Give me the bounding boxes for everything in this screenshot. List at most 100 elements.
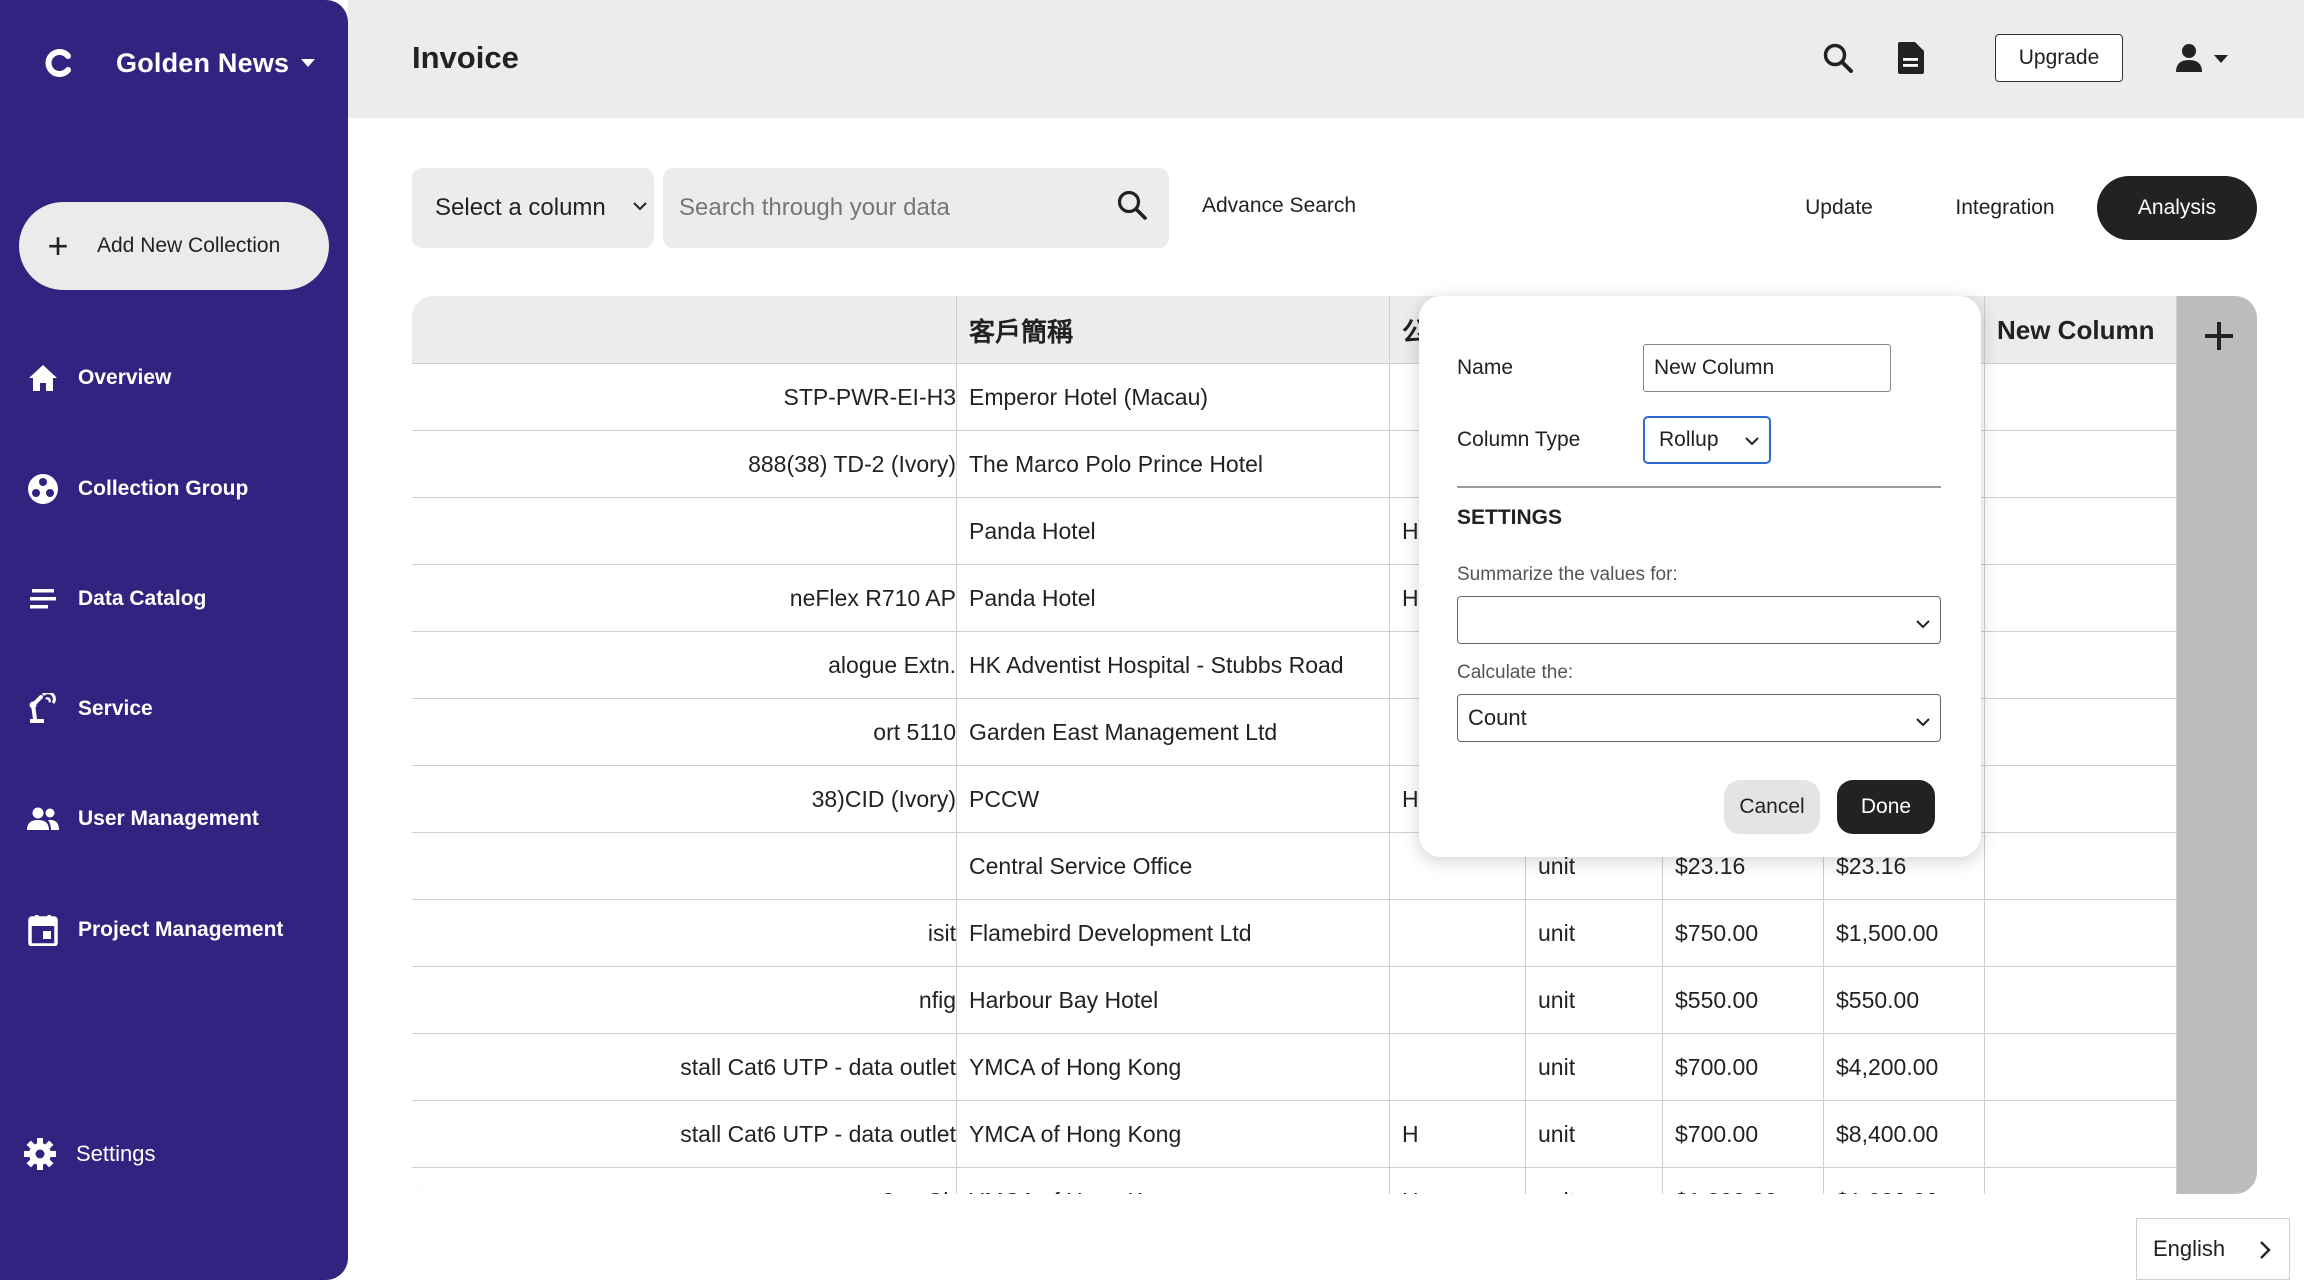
table-cell[interactable]: unit — [1526, 1168, 1663, 1194]
table-row[interactable]: stall Cat6 UTP - data outlet YMCA of Hong… — [412, 1034, 2177, 1101]
table-cell[interactable]: $4,200.00 — [1824, 1034, 1985, 1100]
sidebar-item-user-management[interactable]: User Management — [0, 789, 348, 849]
user-menu[interactable] — [2174, 38, 2228, 80]
sidebar-item-project-management[interactable]: Project Management — [0, 900, 348, 960]
done-button[interactable]: Done — [1837, 780, 1935, 834]
table-row[interactable]: a 3 ... Ch YMCA of Hong Kong Hunit $1,000.0… — [412, 1168, 2177, 1194]
table-cell[interactable]: $1,000.00 — [1824, 1168, 1985, 1194]
analysis-button[interactable]: Analysis — [2097, 176, 2257, 240]
table-cell[interactable] — [1985, 498, 2177, 564]
table-cell[interactable]: PCCW — [957, 766, 1390, 832]
table-cell[interactable] — [1985, 699, 2177, 765]
table-cell[interactable] — [1985, 766, 2177, 832]
table-cell[interactable]: $700.00 — [1663, 1034, 1824, 1100]
sidebar-item-service[interactable]: Service — [0, 679, 348, 739]
table-cell[interactable] — [1985, 565, 2177, 631]
table-cell[interactable]: neFlex R710 AP — [412, 565, 957, 631]
column-header-new-column[interactable]: New Column — [1985, 296, 2177, 364]
table-cell[interactable]: $750.00 — [1663, 900, 1824, 966]
table-cell[interactable] — [412, 498, 957, 564]
search-icon[interactable] — [1115, 188, 1149, 227]
table-cell[interactable]: $8,400.00 — [1824, 1101, 1985, 1167]
summarize-select[interactable] — [1457, 596, 1941, 644]
table-cell[interactable]: YMCA of Hong Kong — [957, 1168, 1390, 1194]
table-cell[interactable]: $550.00 — [1824, 967, 1985, 1033]
table-cell[interactable]: YMCA of Hong Kong — [957, 1034, 1390, 1100]
upgrade-button[interactable]: Upgrade — [1995, 34, 2123, 82]
table-cell[interactable]: $1,000.00 — [1663, 1168, 1824, 1194]
table-cell[interactable] — [1390, 1034, 1526, 1100]
add-column-icon[interactable] — [2199, 316, 2239, 356]
table-cell[interactable]: Central Service Office — [957, 833, 1390, 899]
table-cell[interactable] — [1985, 632, 2177, 698]
table-cell[interactable]: ort 5110 — [412, 699, 957, 765]
table-cell[interactable] — [412, 833, 957, 899]
column-name-input[interactable] — [1643, 344, 1891, 392]
table-cell[interactable]: Emperor Hotel (Macau) — [957, 364, 1390, 430]
table-cell[interactable]: unit — [1526, 967, 1663, 1033]
column-type-select[interactable]: Rollup — [1643, 416, 1771, 464]
table-cell[interactable]: $700.00 — [1663, 1101, 1824, 1167]
table-cell[interactable]: a 3 ... Ch — [412, 1168, 957, 1194]
table-cell[interactable] — [1985, 1168, 2177, 1194]
cell-text: YMCA of Hong Kong — [969, 1188, 1181, 1195]
table-cell[interactable] — [1390, 967, 1526, 1033]
table-cell[interactable]: YMCA of Hong Kong — [957, 1101, 1390, 1167]
table-cell[interactable] — [1985, 900, 2177, 966]
cell-text: Emperor Hotel (Macau) — [969, 383, 1209, 410]
table-cell[interactable] — [1985, 1101, 2177, 1167]
table-cell[interactable] — [1985, 1034, 2177, 1100]
table-cell[interactable]: Harbour Bay Hotel — [957, 967, 1390, 1033]
chevron-down-icon — [2214, 55, 2228, 63]
table-cell[interactable]: The Marco Polo Prince Hotel — [957, 431, 1390, 497]
table-cell[interactable]: 38)CID (Ivory) — [412, 766, 957, 832]
column-header[interactable]: 客戶簡稱 — [957, 296, 1390, 364]
table-cell[interactable]: alogue Extn. — [412, 632, 957, 698]
table-cell[interactable]: stall Cat6 UTP - data outlet — [412, 1101, 957, 1167]
table-cell[interactable]: unit — [1526, 1101, 1663, 1167]
table-cell[interactable]: 888(38) TD-2 (Ivory) — [412, 431, 957, 497]
table-cell[interactable]: H — [1390, 1168, 1526, 1194]
search-icon[interactable] — [1818, 38, 1858, 78]
table-cell[interactable]: HK Adventist Hospital - Stubbs Road — [957, 632, 1390, 698]
table-cell[interactable]: nfig — [412, 967, 957, 1033]
table-cell[interactable]: isit — [412, 900, 957, 966]
document-icon[interactable] — [1891, 38, 1931, 78]
table-cell[interactable]: H — [1390, 1101, 1526, 1167]
sidebar-item-settings[interactable]: Settings — [0, 1124, 348, 1184]
table-cell[interactable]: Flamebird Development Ltd — [957, 900, 1390, 966]
table-cell[interactable] — [1985, 431, 2177, 497]
table-cell[interactable]: STP-PWR-EI-H3 — [412, 364, 957, 430]
table-row[interactable]: nfig Harbour Bay Hotel unit $550.00 $550.00 — [412, 967, 2177, 1034]
integration-button[interactable]: Integration — [1940, 176, 2070, 240]
cell-text: HK Adventist Hospital - Stubbs Road — [969, 651, 1344, 678]
table-row[interactable]: stall Cat6 UTP - data outlet YMCA of Hong… — [412, 1101, 2177, 1168]
sidebar-item-overview[interactable]: Overview — [0, 348, 348, 408]
table-cell[interactable] — [1985, 833, 2177, 899]
brand[interactable]: Golden News — [40, 42, 316, 84]
table-cell[interactable]: unit — [1526, 900, 1663, 966]
table-cell[interactable]: unit — [1526, 1034, 1663, 1100]
language-selector[interactable]: English — [2136, 1218, 2290, 1280]
table-cell[interactable] — [1390, 900, 1526, 966]
column-header[interactable] — [412, 296, 957, 364]
search-input[interactable] — [679, 188, 1099, 228]
update-button[interactable]: Update — [1788, 176, 1890, 240]
table-cell[interactable]: stall Cat6 UTP - data outlet — [412, 1034, 957, 1100]
table-cell[interactable] — [1985, 364, 2177, 430]
add-new-collection-button[interactable]: + Add New Collection — [19, 202, 329, 290]
sidebar-item-data-catalog[interactable]: Data Catalog — [0, 569, 348, 629]
table-cell[interactable]: Garden East Management Ltd — [957, 699, 1390, 765]
table-row[interactable]: isit Flamebird Development Ltd unit $750.00… — [412, 900, 2177, 967]
table-cell[interactable]: $550.00 — [1663, 967, 1824, 1033]
advance-search-link[interactable]: Advance Search — [1202, 194, 1356, 218]
column-select[interactable]: Select a column — [412, 168, 654, 248]
table-cell[interactable]: $1,500.00 — [1824, 900, 1985, 966]
calculate-select[interactable]: Count — [1457, 694, 1941, 742]
cell-text: Harbour Bay Hotel — [969, 986, 1159, 1013]
table-cell[interactable]: Panda Hotel — [957, 498, 1390, 564]
table-cell[interactable] — [1985, 967, 2177, 1033]
table-cell[interactable]: Panda Hotel — [957, 565, 1390, 631]
cancel-button[interactable]: Cancel — [1724, 780, 1820, 834]
sidebar-item-collection-group[interactable]: Collection Group — [0, 459, 348, 519]
